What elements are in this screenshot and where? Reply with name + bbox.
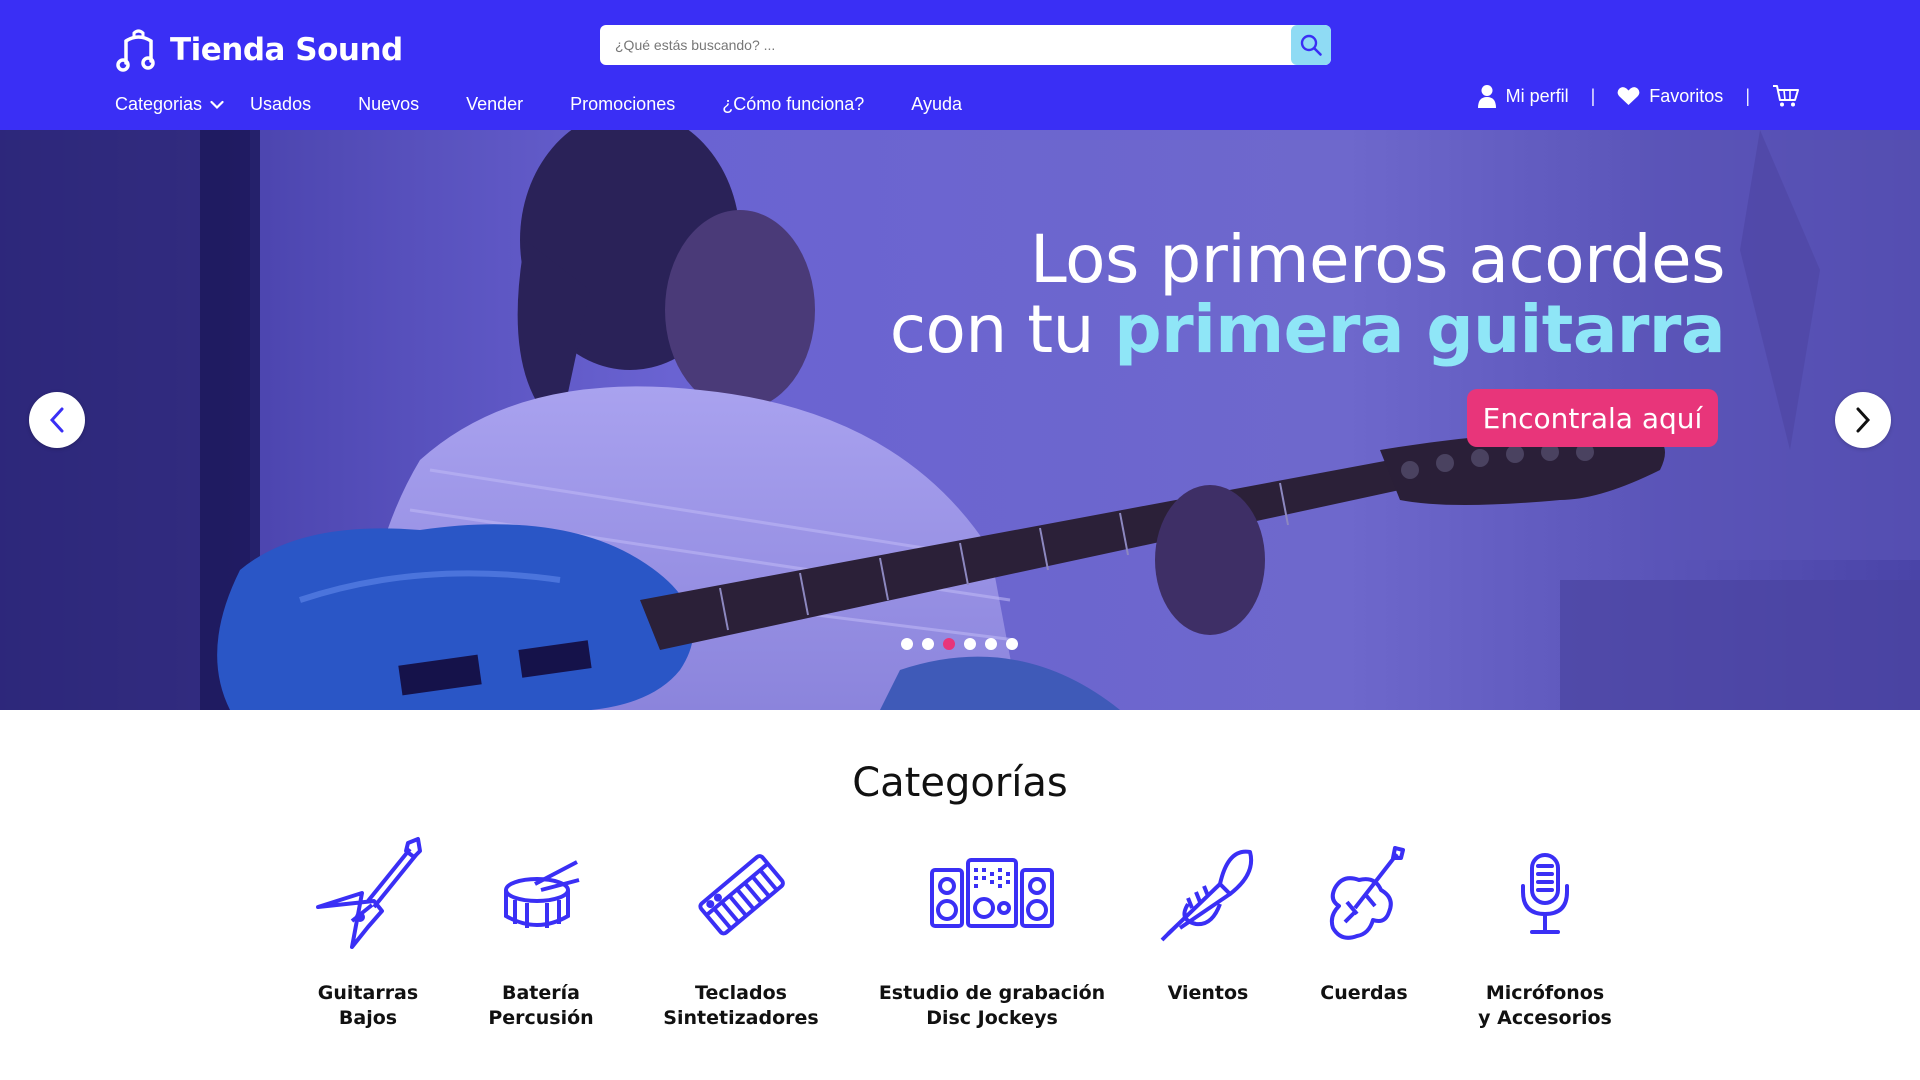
profile-link[interactable]: Mi perfil <box>1477 84 1569 108</box>
category-label: Vientos <box>1167 982 1249 1004</box>
nav-new[interactable]: Nuevos <box>358 94 419 115</box>
hero-banner: Los primeros acordes con tu primera guit… <box>0 130 1920 710</box>
search-bar <box>600 25 1331 65</box>
carousel-prev-button[interactable] <box>29 392 85 448</box>
nav-promotions[interactable]: Promociones <box>570 94 675 115</box>
nav-how-it-works[interactable]: ¿Cómo funciona? <box>722 94 864 115</box>
category-microphones[interactable]: Micrófonos y Accesorios <box>1425 835 1665 1031</box>
category-label: Estudio de grabación Disc Jockeys <box>878 982 1106 1029</box>
search-icon <box>1300 34 1322 56</box>
categories-title: Categorías <box>852 760 1068 806</box>
carousel-dot[interactable] <box>985 638 997 650</box>
speakers-icon <box>930 858 1054 928</box>
cart-button[interactable] <box>1772 84 1800 108</box>
category-label: Cuerdas <box>1320 982 1408 1004</box>
carousel-dot[interactable] <box>922 638 934 650</box>
keyboard-icon <box>698 854 785 936</box>
nav-categories-label: Categorias <box>115 94 203 114</box>
music-note-icon <box>116 27 162 73</box>
carousel-dot[interactable] <box>1006 638 1018 650</box>
nav-sell[interactable]: Vender <box>466 94 523 115</box>
brand-name: Tienda Sound <box>170 32 403 68</box>
chevron-left-icon <box>49 407 64 433</box>
carousel-dot[interactable] <box>901 638 913 650</box>
carousel-next-button[interactable] <box>1835 392 1891 448</box>
chevron-down-icon <box>210 100 224 110</box>
hero-cta-button[interactable]: Encontrala aquí <box>1467 389 1718 447</box>
electric-guitar-icon <box>316 837 422 949</box>
category-label: Micrófonos y Accesorios <box>1478 982 1612 1029</box>
category-keyboards[interactable]: Teclados Sintetizadores <box>621 835 861 1031</box>
divider: | <box>1745 85 1750 106</box>
hero-line-2: con tu primera guitarra <box>890 295 1726 365</box>
carousel-dots <box>901 638 1018 650</box>
category-label: Teclados Sintetizadores <box>663 982 819 1029</box>
nav-categories[interactable]: Categorias <box>115 94 224 115</box>
category-label: Guitarras Bajos <box>317 982 419 1029</box>
violin-icon <box>1329 846 1405 940</box>
favorites-link[interactable]: Favoritos <box>1617 86 1723 107</box>
hero-line-1: Los primeros acordes <box>1029 221 1726 298</box>
search-input[interactable] <box>600 25 1291 65</box>
user-icon <box>1477 85 1496 108</box>
category-studio[interactable]: Estudio de grabación Disc Jockeys <box>872 835 1112 1031</box>
nav-help[interactable]: Ayuda <box>911 94 962 115</box>
main-nav: Categorias Usados Nuevos Vender Promocio… <box>115 94 1009 115</box>
carousel-dot[interactable] <box>964 638 976 650</box>
profile-label: Mi perfil <box>1505 85 1569 106</box>
chevron-right-icon <box>1856 407 1871 433</box>
hero-headline: Los primeros acordes con tu primera guit… <box>890 221 1726 365</box>
cart-icon <box>1773 85 1799 107</box>
site-header: Tienda Sound Categorias Usados Nuevos Ve… <box>0 0 1920 130</box>
favorites-label: Favoritos <box>1649 85 1724 106</box>
microphone-icon <box>1521 853 1569 934</box>
account-menu: Mi perfil | Favoritos | <box>1477 84 1800 108</box>
carousel-dot[interactable] <box>943 638 955 650</box>
nav-used[interactable]: Usados <box>250 94 311 115</box>
drum-icon <box>504 860 580 928</box>
search-button[interactable] <box>1291 25 1331 65</box>
hero-line-2-accent: primera guitarra <box>1114 291 1725 368</box>
divider: | <box>1590 85 1596 106</box>
heart-icon <box>1617 87 1640 105</box>
brand-logo[interactable]: Tienda Sound <box>116 24 403 76</box>
hero-line-2-plain: con tu <box>889 291 1095 368</box>
category-label: Batería Percusión <box>488 982 594 1029</box>
trumpet-icon <box>1160 849 1253 942</box>
